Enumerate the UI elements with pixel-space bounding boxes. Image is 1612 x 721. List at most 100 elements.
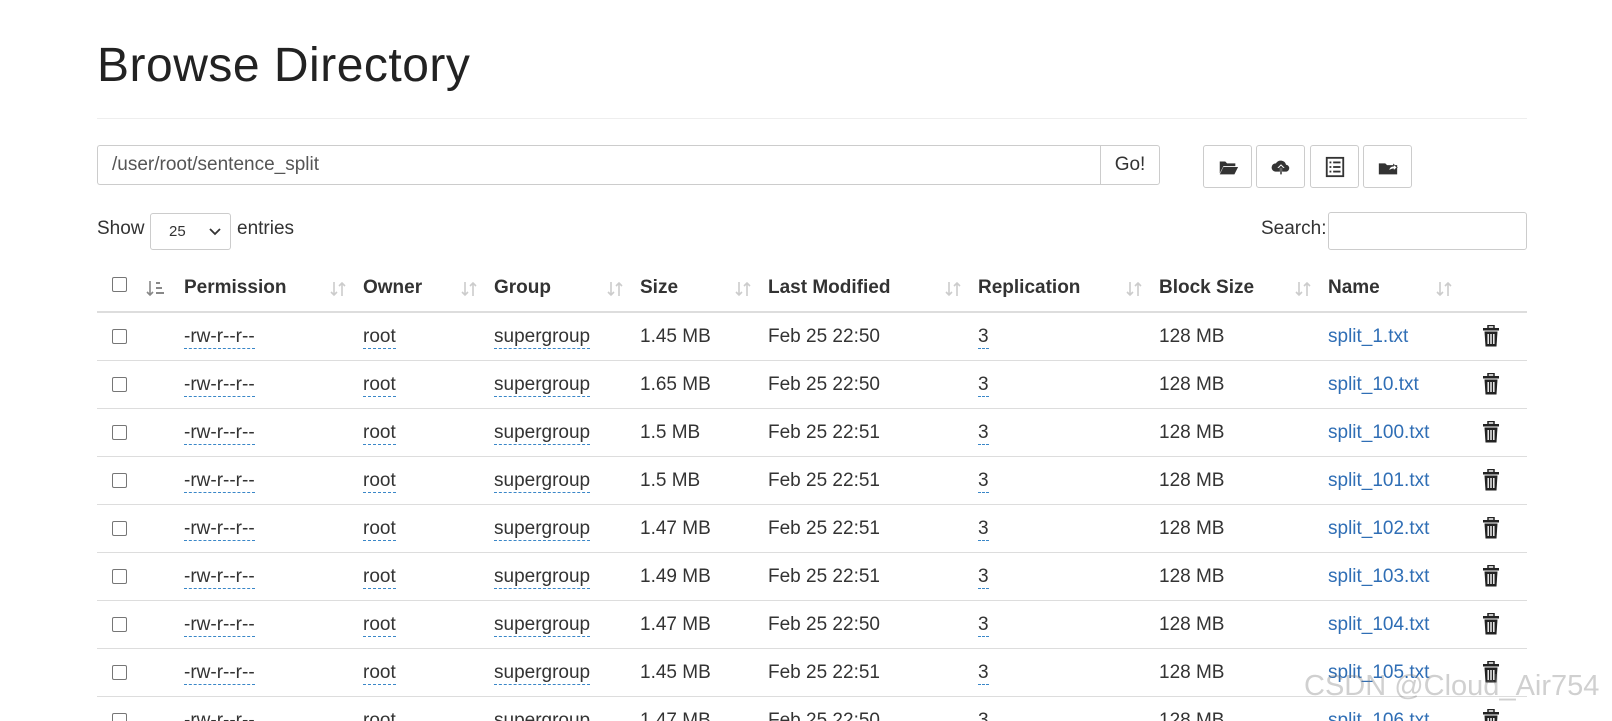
group-value[interactable]: supergroup [494, 325, 591, 349]
replication-value[interactable]: 3 [978, 421, 989, 445]
group-value[interactable]: supergroup [494, 421, 591, 445]
owner-cell: root [363, 456, 494, 505]
file-name-link[interactable]: split_100.txt [1328, 422, 1429, 443]
trash-icon[interactable] [1481, 565, 1501, 587]
row-checkbox[interactable] [112, 712, 127, 721]
trash-icon[interactable] [1481, 613, 1501, 635]
row-checkbox[interactable] [112, 664, 127, 680]
row-checkbox[interactable] [112, 424, 127, 440]
owner-value[interactable]: root [363, 565, 396, 589]
trash-icon[interactable] [1481, 325, 1501, 347]
replication-value[interactable]: 3 [978, 613, 989, 637]
permission-value[interactable]: -rw-r--r-- [184, 709, 255, 721]
trash-icon[interactable] [1481, 373, 1501, 395]
group-value[interactable]: supergroup [494, 565, 591, 589]
block-size-cell: 128 MB [1159, 648, 1328, 697]
actions-header [1469, 265, 1527, 313]
owner-value[interactable]: root [363, 421, 396, 445]
column-header-size[interactable]: Size [640, 265, 768, 313]
directory-path-input[interactable] [97, 145, 1100, 185]
replication-value[interactable]: 3 [978, 373, 989, 397]
permission-value[interactable]: -rw-r--r-- [184, 517, 255, 541]
permission-value[interactable]: -rw-r--r-- [184, 661, 255, 685]
owner-value[interactable]: root [363, 517, 396, 541]
owner-value[interactable]: root [363, 325, 396, 349]
replication-value[interactable]: 3 [978, 517, 989, 541]
permission-value[interactable]: -rw-r--r-- [184, 565, 255, 589]
group-value[interactable]: supergroup [494, 517, 591, 541]
group-value[interactable]: supergroup [494, 709, 591, 721]
group-value[interactable]: supergroup [494, 373, 591, 397]
column-header-group[interactable]: Group [494, 265, 640, 313]
search-input[interactable] [1328, 212, 1527, 250]
group-value[interactable]: supergroup [494, 469, 591, 493]
permission-value[interactable]: -rw-r--r-- [184, 469, 255, 493]
replication-value[interactable]: 3 [978, 469, 989, 493]
modified-cell: Feb 25 22:50 [768, 312, 978, 361]
modified-cell: Feb 25 22:51 [768, 552, 978, 601]
permission-value[interactable]: -rw-r--r-- [184, 325, 255, 349]
trash-icon[interactable] [1481, 517, 1501, 539]
modified-cell: Feb 25 22:50 [768, 600, 978, 649]
file-name-link[interactable]: split_101.txt [1328, 470, 1429, 491]
table-row: -rw-r--r-- root supergroup 1.47 MB Feb 2… [97, 504, 1527, 553]
actions-cell [1469, 552, 1527, 601]
permission-value[interactable]: -rw-r--r-- [184, 613, 255, 637]
file-name-link[interactable]: split_103.txt [1328, 566, 1429, 587]
column-header-block-size[interactable]: Block Size [1159, 265, 1328, 313]
row-checkbox[interactable] [112, 376, 127, 392]
owner-value[interactable]: root [363, 709, 396, 721]
sort-icon [1126, 281, 1142, 297]
row-checkbox[interactable] [112, 328, 127, 344]
file-name-link[interactable]: split_102.txt [1328, 518, 1429, 539]
replication-value[interactable]: 3 [978, 661, 989, 685]
row-checkbox[interactable] [112, 616, 127, 632]
group-value[interactable]: supergroup [494, 661, 591, 685]
row-checkbox[interactable] [112, 472, 127, 488]
create-directory-button[interactable] [1203, 145, 1252, 188]
sort-direction-header[interactable] [142, 265, 184, 313]
group-value[interactable]: supergroup [494, 613, 591, 637]
select-all-checkbox[interactable] [112, 277, 127, 293]
go-button[interactable]: Go! [1100, 145, 1160, 185]
toggle-view-button[interactable] [1310, 145, 1359, 188]
group-cell: supergroup [494, 648, 640, 697]
block-size-cell: 128 MB [1159, 504, 1328, 553]
replication-cell: 3 [978, 600, 1159, 649]
file-name-link[interactable]: split_106.txt [1328, 710, 1429, 721]
trash-icon[interactable] [1481, 421, 1501, 443]
column-header-last-modified[interactable]: Last Modified [768, 265, 978, 313]
column-header-permission[interactable]: Permission [184, 265, 363, 313]
permission-value[interactable]: -rw-r--r-- [184, 373, 255, 397]
owner-value[interactable]: root [363, 613, 396, 637]
trash-icon[interactable] [1481, 469, 1501, 491]
page-title: Browse Directory [97, 39, 471, 92]
watermark: CSDN @Cloud_Air754 [1304, 670, 1600, 702]
row-checkbox[interactable] [112, 520, 127, 536]
table-header-row: Permission Owner Group Size Last Modifie… [97, 265, 1527, 313]
owner-value[interactable]: root [363, 661, 396, 685]
file-name-link[interactable]: split_1.txt [1328, 326, 1408, 347]
cut-paste-button[interactable] [1363, 145, 1412, 188]
replication-cell: 3 [978, 408, 1159, 457]
file-name-link[interactable]: split_10.txt [1328, 374, 1419, 395]
replication-value[interactable]: 3 [978, 709, 989, 721]
trash-icon[interactable] [1481, 709, 1501, 721]
replication-value[interactable]: 3 [978, 325, 989, 349]
owner-value[interactable]: root [363, 373, 396, 397]
block-size-cell: 128 MB [1159, 552, 1328, 601]
row-checkbox[interactable] [112, 568, 127, 584]
column-header-name[interactable]: Name [1328, 265, 1469, 313]
entries-per-page-select[interactable]: 25 [150, 213, 231, 250]
permission-value[interactable]: -rw-r--r-- [184, 421, 255, 445]
file-name-link[interactable]: split_104.txt [1328, 614, 1429, 635]
column-header-owner[interactable]: Owner [363, 265, 494, 313]
permission-cell: -rw-r--r-- [184, 312, 363, 361]
owner-cell: root [363, 312, 494, 361]
replication-value[interactable]: 3 [978, 565, 989, 589]
upload-files-button[interactable] [1256, 145, 1305, 188]
size-cell: 1.47 MB [640, 696, 768, 721]
row-spacer-cell [142, 696, 184, 721]
owner-value[interactable]: root [363, 469, 396, 493]
column-header-replication[interactable]: Replication [978, 265, 1159, 313]
